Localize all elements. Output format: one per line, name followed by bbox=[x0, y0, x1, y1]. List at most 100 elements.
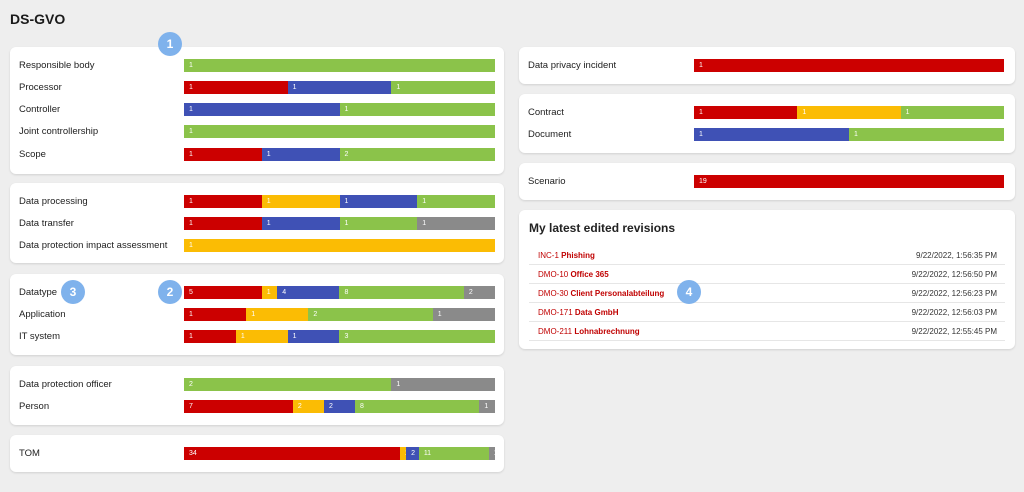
row-label: Data privacy incident bbox=[528, 60, 617, 71]
bar-segment-blue[interactable]: 1 bbox=[261, 148, 340, 161]
bar-segment-grey[interactable]: 1 bbox=[488, 447, 495, 460]
bar-segment-grey[interactable]: 1 bbox=[417, 217, 495, 230]
bar-segment-yellow[interactable]: 1 bbox=[184, 239, 495, 252]
bar-segment-yellow[interactable]: 1 bbox=[246, 308, 309, 321]
revision-row: DMO-211 Lohnabrechnung 9/22/2022, 12:55:4… bbox=[529, 322, 1005, 341]
bar-segment-green[interactable]: 1 bbox=[184, 125, 495, 138]
bar-segment-red[interactable]: 1 bbox=[184, 148, 262, 161]
revision-name: Client Personalabteilung bbox=[570, 289, 665, 298]
status-row-document: Document 1 1 bbox=[519, 125, 1015, 147]
bar-segment-blue[interactable]: 1 bbox=[287, 81, 392, 94]
status-bar: 1121 bbox=[184, 308, 495, 321]
bar-segment-blue[interactable]: 1 bbox=[261, 217, 340, 230]
row-label: TOM bbox=[19, 448, 40, 459]
status-row-application: Application 1 1 2 1 bbox=[10, 305, 504, 327]
bar-segment-red[interactable]: 1 bbox=[694, 59, 1004, 72]
bar-segment-grey[interactable]: 1 bbox=[479, 400, 495, 413]
bar-segment-blue[interactable]: 4 bbox=[277, 286, 340, 299]
revision-row: DMO-10 Office 365 9/22/2022, 12:56:50 PM bbox=[529, 265, 1005, 284]
row-label: Responsible body bbox=[19, 60, 95, 71]
bar-segment-red[interactable]: 5 bbox=[184, 286, 262, 299]
row-label: Data protection officer bbox=[19, 379, 112, 390]
status-row-scope: Scope 1 1 2 bbox=[10, 145, 504, 167]
bar-segment-green[interactable]: 1 bbox=[339, 103, 495, 116]
status-bar: 1 bbox=[184, 125, 495, 138]
bar-segment-red[interactable]: 1 bbox=[694, 106, 798, 119]
bar-segment-green[interactable]: 1 bbox=[417, 195, 495, 208]
revision-link[interactable]: DMO-211 Lohnabrechnung bbox=[538, 327, 640, 336]
status-row-tom: TOM3412111 bbox=[10, 444, 504, 466]
status-bar: 11 bbox=[184, 103, 495, 116]
bar-segment-blue[interactable]: 2 bbox=[406, 447, 419, 460]
bar-segment-green[interactable]: 8 bbox=[355, 400, 480, 413]
left-status-card: Data protection officer 2 1 Person 7 2 2 8 1 bbox=[10, 366, 504, 425]
revision-link[interactable]: INC-1 Phishing bbox=[538, 251, 595, 260]
revision-row: DMO-171 Data GmbH 9/22/2022, 12:56:03 PM bbox=[529, 303, 1005, 322]
bar-segment-grey[interactable]: 2 bbox=[463, 286, 495, 299]
bar-segment-green[interactable]: 1 bbox=[184, 59, 495, 72]
bar-segment-blue[interactable]: 1 bbox=[694, 128, 849, 141]
bar-segment-green[interactable]: 11 bbox=[418, 447, 489, 460]
bar-segment-red[interactable]: 1 bbox=[184, 217, 262, 230]
status-row-it-system: IT system 1 1 1 3 bbox=[10, 327, 504, 349]
row-label: Scenario bbox=[528, 176, 566, 187]
revisions-card: My latest edited revisions INC-1 Phishin… bbox=[519, 210, 1015, 349]
revision-row: DMO-30 Client Personalabteilung 9/22/2022… bbox=[529, 284, 1005, 303]
bar-segment-green[interactable]: 1 bbox=[900, 106, 1004, 119]
right-status-card: Scenario 19 bbox=[519, 163, 1015, 200]
bar-segment-red[interactable]: 1 bbox=[184, 81, 288, 94]
bar-segment-green[interactable]: 1 bbox=[849, 128, 1004, 141]
row-label: Controller bbox=[19, 104, 61, 115]
bar-segment-green[interactable]: 1 bbox=[391, 81, 495, 94]
status-row-controller: Controller 1 1 bbox=[10, 100, 504, 122]
revision-id: DMO-211 bbox=[538, 327, 575, 336]
bar-segment-green[interactable]: 1 bbox=[339, 217, 418, 230]
bar-segment-blue[interactable]: 1 bbox=[184, 103, 340, 116]
bar-segment-red[interactable]: 19 bbox=[694, 175, 1004, 188]
bar-segment-blue[interactable]: 1 bbox=[287, 330, 340, 343]
status-row-responsible-body: Responsible body 1 bbox=[10, 56, 504, 78]
bar-segment-green[interactable]: 3 bbox=[339, 330, 495, 343]
row-label: Scope bbox=[19, 149, 46, 160]
bar-segment-blue[interactable]: 2 bbox=[323, 400, 356, 413]
bar-segment-red[interactable]: 7 bbox=[184, 400, 293, 413]
bar-segment-green[interactable]: 2 bbox=[339, 148, 495, 161]
status-row-joint-controllership: Joint controllership 1 bbox=[10, 122, 504, 144]
row-label: Data transfer bbox=[19, 218, 74, 229]
status-bar: 1113 bbox=[184, 330, 495, 343]
left-status-card: Data processing 1 1 1 1 Data transfer 1 1 1 1 Data… bbox=[10, 183, 504, 263]
bar-segment-red[interactable]: 1 bbox=[184, 330, 236, 343]
bar-segment-green[interactable]: 2 bbox=[184, 378, 392, 391]
revision-date: 9/22/2022, 12:56:23 PM bbox=[911, 289, 997, 298]
status-bar: 19 bbox=[694, 175, 1004, 188]
status-bar: 111 bbox=[184, 81, 495, 94]
bar-segment-yellow[interactable]: 1 bbox=[261, 286, 278, 299]
bar-segment-green[interactable]: 2 bbox=[308, 308, 433, 321]
bar-segment-red[interactable]: 1 bbox=[184, 308, 247, 321]
bar-segment-green[interactable]: 8 bbox=[339, 286, 464, 299]
marker-badge-1: 1 bbox=[158, 32, 182, 56]
revision-link[interactable]: DMO-30 Client Personalabteilung bbox=[538, 289, 664, 298]
bar-segment-red[interactable]: 34 bbox=[184, 447, 400, 460]
bar-segment-yellow[interactable]: 1 bbox=[797, 106, 901, 119]
status-bar: 51482 bbox=[184, 286, 495, 299]
bar-segment-red[interactable]: 1 bbox=[184, 195, 262, 208]
row-label: Datatype bbox=[19, 287, 58, 298]
revision-link[interactable]: DMO-10 Office 365 bbox=[538, 270, 609, 279]
status-bar: 3412111 bbox=[184, 447, 495, 460]
revision-id: DMO-30 bbox=[538, 289, 571, 298]
status-row-scenario: Scenario 19 bbox=[519, 172, 1015, 194]
bar-segment-yellow[interactable]: 1 bbox=[261, 195, 340, 208]
revision-link[interactable]: DMO-171 Data GmbH bbox=[538, 308, 618, 317]
bar-segment-grey[interactable]: 1 bbox=[432, 308, 495, 321]
bar-segment-yellow[interactable]: 2 bbox=[292, 400, 324, 413]
status-bar: 1 bbox=[694, 59, 1004, 72]
bar-segment-grey[interactable]: 1 bbox=[391, 378, 495, 391]
bar-segment-blue[interactable]: 1 bbox=[339, 195, 418, 208]
status-bar: 21 bbox=[184, 378, 495, 391]
marker-badge-4: 4 bbox=[677, 280, 701, 304]
row-label: Person bbox=[19, 401, 50, 412]
status-bar: 11 bbox=[694, 128, 1004, 141]
revision-date: 9/22/2022, 12:56:50 PM bbox=[911, 270, 997, 279]
bar-segment-yellow[interactable]: 1 bbox=[235, 330, 288, 343]
